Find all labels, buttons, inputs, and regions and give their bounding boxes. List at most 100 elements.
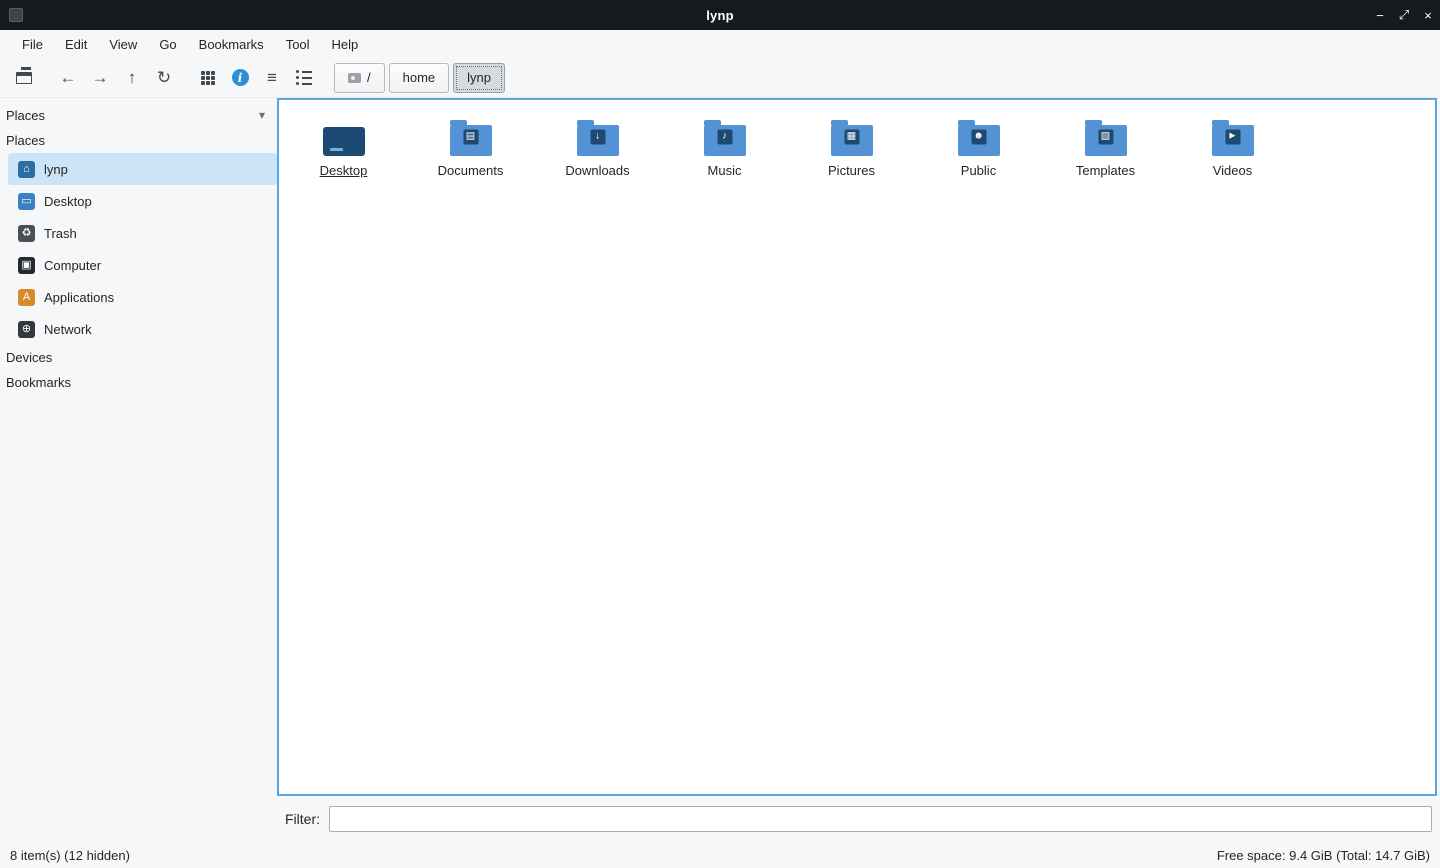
menu-bar: File Edit View Go Bookmarks Tool Help: [0, 30, 1440, 58]
path-segment-lynp[interactable]: lynp: [453, 63, 505, 93]
network-icon: [18, 321, 35, 338]
file-item-label: Documents: [438, 163, 504, 178]
menu-item-go[interactable]: Go: [149, 34, 186, 55]
desktop-folder-icon: [323, 127, 365, 156]
sidebar-item-computer[interactable]: Computer: [8, 249, 277, 281]
restore-button[interactable]: ⤢: [1392, 0, 1416, 30]
path-bar: / home lynp: [334, 63, 505, 93]
sidebar-item-network[interactable]: Network: [8, 313, 277, 345]
downloads-folder-icon: [577, 125, 619, 156]
file-item-videos[interactable]: Videos: [1169, 112, 1296, 178]
documents-folder-icon: [450, 125, 492, 156]
menu-item-edit[interactable]: Edit: [55, 34, 97, 55]
drive-icon: [348, 73, 361, 83]
toolbar: ← → ↑ ↻ i ≡ / home lynp: [0, 58, 1440, 98]
documents-emblem-icon: [463, 129, 478, 144]
file-item-templates[interactable]: Templates: [1042, 112, 1169, 178]
forward-button[interactable]: →: [84, 63, 116, 93]
home-folder-icon: [18, 161, 35, 178]
sidebar-item-label: Desktop: [44, 194, 92, 209]
info-icon: i: [232, 69, 249, 86]
applications-icon: [18, 289, 35, 306]
free-space-text: Free space: 9.4 GiB (Total: 14.7 GiB): [1217, 848, 1430, 863]
filter-bar: Filter:: [277, 796, 1440, 842]
menu-item-tool[interactable]: Tool: [276, 34, 320, 55]
menu-item-help[interactable]: Help: [322, 34, 369, 55]
sidebar-group-places: Places: [0, 128, 277, 153]
videos-emblem-icon: [1225, 129, 1240, 144]
sidebar-item-label: Computer: [44, 258, 101, 273]
main-panel: Desktop Documents Downloads Music Pictur: [277, 98, 1440, 842]
sidebar: Places ▾ Places lynp Desktop Trash Compu…: [0, 98, 277, 842]
sidebar-item-label: lynp: [44, 162, 68, 177]
sidebar-pane-title: Places: [6, 108, 45, 123]
sidebar-item-label: Applications: [44, 290, 114, 305]
path-root-label: /: [367, 70, 371, 85]
reload-button[interactable]: ↻: [148, 63, 180, 93]
downloads-emblem-icon: [590, 129, 605, 144]
sidebar-item-trash[interactable]: Trash: [8, 217, 277, 249]
music-emblem-icon: [717, 129, 732, 144]
menu-item-file[interactable]: File: [12, 34, 53, 55]
file-item-label: Music: [708, 163, 742, 178]
main-menu-button[interactable]: ≡: [256, 63, 288, 93]
desktop-icon: [18, 193, 35, 210]
sidebar-pane-selector[interactable]: Places ▾: [0, 102, 277, 128]
file-item-music[interactable]: Music: [661, 112, 788, 178]
items-count-text: 8 item(s) (12 hidden): [10, 848, 130, 863]
new-window-icon: [16, 72, 32, 84]
path-root-button[interactable]: /: [334, 63, 385, 93]
file-item-desktop[interactable]: Desktop: [280, 112, 407, 178]
sidebar-item-lynp[interactable]: lynp: [8, 153, 277, 185]
templates-folder-icon: [1085, 125, 1127, 156]
public-folder-icon: [958, 125, 1000, 156]
info-button[interactable]: i: [224, 63, 256, 93]
pictures-folder-icon: [831, 125, 873, 156]
menu-item-view[interactable]: View: [99, 34, 147, 55]
file-item-label: Downloads: [565, 163, 629, 178]
list-view-icon: [296, 70, 312, 85]
music-folder-icon: [704, 125, 746, 156]
sidebar-group-bookmarks[interactable]: Bookmarks: [0, 370, 277, 395]
back-button[interactable]: ←: [52, 63, 84, 93]
grid-view-icon: [201, 71, 215, 85]
path-segment-home[interactable]: home: [389, 63, 450, 93]
file-item-label: Desktop: [320, 163, 368, 178]
sidebar-group-devices[interactable]: Devices: [0, 345, 277, 370]
sidebar-item-applications[interactable]: Applications: [8, 281, 277, 313]
file-item-downloads[interactable]: Downloads: [534, 112, 661, 178]
file-item-label: Videos: [1213, 163, 1253, 178]
file-item-label: Templates: [1076, 163, 1135, 178]
templates-emblem-icon: [1098, 129, 1113, 144]
public-emblem-icon: [971, 129, 986, 144]
sidebar-item-label: Trash: [44, 226, 77, 241]
status-bar: 8 item(s) (12 hidden) Free space: 9.4 Gi…: [0, 842, 1440, 868]
sidebar-item-label: Network: [44, 322, 92, 337]
content-area: Places ▾ Places lynp Desktop Trash Compu…: [0, 98, 1440, 842]
menu-item-bookmarks[interactable]: Bookmarks: [189, 34, 274, 55]
file-item-documents[interactable]: Documents: [407, 112, 534, 178]
filter-input[interactable]: [329, 806, 1432, 832]
pictures-emblem-icon: [844, 129, 859, 144]
videos-folder-icon: [1212, 125, 1254, 156]
window-controls: − ⤢ ×: [1368, 0, 1440, 30]
new-tab-button[interactable]: [8, 63, 40, 93]
file-manager-window: lynp − ⤢ × File Edit View Go Bookmarks T…: [0, 0, 1440, 868]
file-view[interactable]: Desktop Documents Downloads Music Pictur: [277, 98, 1437, 796]
icon-view-button[interactable]: [192, 63, 224, 93]
trash-icon: [18, 225, 35, 242]
computer-icon: [18, 257, 35, 274]
chevron-down-icon: ▾: [259, 108, 265, 122]
list-view-button[interactable]: [288, 63, 320, 93]
file-item-label: Public: [961, 163, 996, 178]
close-button[interactable]: ×: [1416, 0, 1440, 30]
file-item-pictures[interactable]: Pictures: [788, 112, 915, 178]
minimize-button[interactable]: −: [1368, 0, 1392, 30]
file-item-public[interactable]: Public: [915, 112, 1042, 178]
file-item-label: Pictures: [828, 163, 875, 178]
app-icon: [9, 8, 23, 22]
title-bar: lynp − ⤢ ×: [0, 0, 1440, 30]
sidebar-item-desktop[interactable]: Desktop: [8, 185, 277, 217]
filter-label: Filter:: [285, 811, 320, 827]
up-button[interactable]: ↑: [116, 63, 148, 93]
